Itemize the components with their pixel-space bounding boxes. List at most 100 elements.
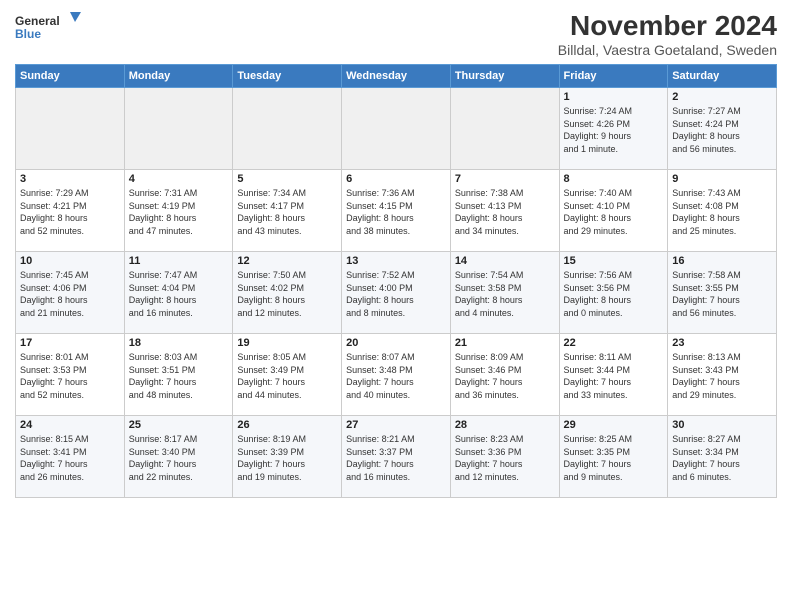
week-row-5: 24 Sunrise: 8:15 AM Sunset: 3:41 PM Dayli… bbox=[16, 416, 777, 498]
day-number: 5 bbox=[237, 173, 337, 185]
svg-text:Blue: Blue bbox=[15, 27, 41, 41]
table-row: 24 Sunrise: 8:15 AM Sunset: 3:41 PM Dayli… bbox=[16, 416, 125, 498]
day-info: Sunrise: 8:07 AM Sunset: 3:48 PM Dayligh… bbox=[346, 351, 446, 401]
table-row: 29 Sunrise: 8:25 AM Sunset: 3:35 PM Dayli… bbox=[559, 416, 668, 498]
day-number: 8 bbox=[564, 173, 664, 185]
table-row: 7 Sunrise: 7:38 AM Sunset: 4:13 PM Daylig… bbox=[450, 170, 559, 252]
day-info: Sunrise: 8:15 AM Sunset: 3:41 PM Dayligh… bbox=[20, 433, 120, 483]
week-row-1: 1 Sunrise: 7:24 AM Sunset: 4:26 PM Daylig… bbox=[16, 88, 777, 170]
day-info: Sunrise: 7:34 AM Sunset: 4:17 PM Dayligh… bbox=[237, 187, 337, 237]
table-row: 25 Sunrise: 8:17 AM Sunset: 3:40 PM Dayli… bbox=[124, 416, 233, 498]
day-number: 14 bbox=[455, 255, 555, 267]
col-friday: Friday bbox=[559, 65, 668, 88]
table-row: 14 Sunrise: 7:54 AM Sunset: 3:58 PM Dayli… bbox=[450, 252, 559, 334]
table-row bbox=[450, 88, 559, 170]
table-row: 9 Sunrise: 7:43 AM Sunset: 4:08 PM Daylig… bbox=[668, 170, 777, 252]
table-row: 17 Sunrise: 8:01 AM Sunset: 3:53 PM Dayli… bbox=[16, 334, 125, 416]
table-row: 27 Sunrise: 8:21 AM Sunset: 3:37 PM Dayli… bbox=[342, 416, 451, 498]
day-info: Sunrise: 8:23 AM Sunset: 3:36 PM Dayligh… bbox=[455, 433, 555, 483]
col-sunday: Sunday bbox=[16, 65, 125, 88]
col-wednesday: Wednesday bbox=[342, 65, 451, 88]
day-number: 15 bbox=[564, 255, 664, 267]
day-number: 25 bbox=[129, 419, 229, 431]
table-row: 18 Sunrise: 8:03 AM Sunset: 3:51 PM Dayli… bbox=[124, 334, 233, 416]
day-info: Sunrise: 8:17 AM Sunset: 3:40 PM Dayligh… bbox=[129, 433, 229, 483]
day-info: Sunrise: 7:43 AM Sunset: 4:08 PM Dayligh… bbox=[672, 187, 772, 237]
table-row: 28 Sunrise: 8:23 AM Sunset: 3:36 PM Dayli… bbox=[450, 416, 559, 498]
table-row: 16 Sunrise: 7:58 AM Sunset: 3:55 PM Dayli… bbox=[668, 252, 777, 334]
day-number: 20 bbox=[346, 337, 446, 349]
week-row-3: 10Sunrise: 7:45 AM Sunset: 4:06 PM Dayli… bbox=[16, 252, 777, 334]
day-number: 24 bbox=[20, 419, 120, 431]
day-number: 7 bbox=[455, 173, 555, 185]
day-info: Sunrise: 8:21 AM Sunset: 3:37 PM Dayligh… bbox=[346, 433, 446, 483]
day-number: 19 bbox=[237, 337, 337, 349]
day-info: Sunrise: 8:19 AM Sunset: 3:39 PM Dayligh… bbox=[237, 433, 337, 483]
day-number: 26 bbox=[237, 419, 337, 431]
table-row: 23 Sunrise: 8:13 AM Sunset: 3:43 PM Dayli… bbox=[668, 334, 777, 416]
table-row: 2Sunrise: 7:27 AM Sunset: 4:24 PM Daylig… bbox=[668, 88, 777, 170]
table-row bbox=[233, 88, 342, 170]
table-row: 8Sunrise: 7:40 AM Sunset: 4:10 PM Daylig… bbox=[559, 170, 668, 252]
day-number: 30 bbox=[672, 419, 772, 431]
day-number: 16 bbox=[672, 255, 772, 267]
day-info: Sunrise: 7:58 AM Sunset: 3:55 PM Dayligh… bbox=[672, 269, 772, 319]
day-number: 18 bbox=[129, 337, 229, 349]
table-row: 30 Sunrise: 8:27 AM Sunset: 3:34 PM Dayli… bbox=[668, 416, 777, 498]
day-info: Sunrise: 7:31 AM Sunset: 4:19 PM Dayligh… bbox=[129, 187, 229, 237]
table-row: 22Sunrise: 8:11 AM Sunset: 3:44 PM Dayli… bbox=[559, 334, 668, 416]
day-info: Sunrise: 7:54 AM Sunset: 3:58 PM Dayligh… bbox=[455, 269, 555, 319]
table-row: 21 Sunrise: 8:09 AM Sunset: 3:46 PM Dayli… bbox=[450, 334, 559, 416]
logo: General Blue bbox=[15, 10, 85, 46]
day-number: 9 bbox=[672, 173, 772, 185]
day-info: Sunrise: 7:50 AM Sunset: 4:02 PM Dayligh… bbox=[237, 269, 337, 319]
svg-text:General: General bbox=[15, 14, 60, 28]
col-tuesday: Tuesday bbox=[233, 65, 342, 88]
week-row-2: 3Sunrise: 7:29 AM Sunset: 4:21 PM Daylig… bbox=[16, 170, 777, 252]
col-thursday: Thursday bbox=[450, 65, 559, 88]
day-info: Sunrise: 8:11 AM Sunset: 3:44 PM Dayligh… bbox=[564, 351, 664, 401]
page: General Blue November 2024 Billdal, Vaes… bbox=[0, 0, 792, 612]
day-info: Sunrise: 7:24 AM Sunset: 4:26 PM Dayligh… bbox=[564, 105, 664, 155]
day-number: 1 bbox=[564, 91, 664, 103]
day-number: 4 bbox=[129, 173, 229, 185]
day-number: 23 bbox=[672, 337, 772, 349]
month-title: November 2024 bbox=[558, 10, 777, 42]
header: General Blue November 2024 Billdal, Vaes… bbox=[15, 10, 777, 58]
col-saturday: Saturday bbox=[668, 65, 777, 88]
day-info: Sunrise: 7:27 AM Sunset: 4:24 PM Dayligh… bbox=[672, 105, 772, 155]
table-row: 19 Sunrise: 8:05 AM Sunset: 3:49 PM Dayli… bbox=[233, 334, 342, 416]
day-info: Sunrise: 7:29 AM Sunset: 4:21 PM Dayligh… bbox=[20, 187, 120, 237]
day-info: Sunrise: 8:27 AM Sunset: 3:34 PM Dayligh… bbox=[672, 433, 772, 483]
day-number: 28 bbox=[455, 419, 555, 431]
day-info: Sunrise: 8:01 AM Sunset: 3:53 PM Dayligh… bbox=[20, 351, 120, 401]
table-row: 10Sunrise: 7:45 AM Sunset: 4:06 PM Dayli… bbox=[16, 252, 125, 334]
table-row: 5 Sunrise: 7:34 AM Sunset: 4:17 PM Daylig… bbox=[233, 170, 342, 252]
day-info: Sunrise: 8:05 AM Sunset: 3:49 PM Dayligh… bbox=[237, 351, 337, 401]
day-number: 17 bbox=[20, 337, 120, 349]
day-info: Sunrise: 7:56 AM Sunset: 3:56 PM Dayligh… bbox=[564, 269, 664, 319]
day-info: Sunrise: 7:38 AM Sunset: 4:13 PM Dayligh… bbox=[455, 187, 555, 237]
day-number: 27 bbox=[346, 419, 446, 431]
day-info: Sunrise: 8:03 AM Sunset: 3:51 PM Dayligh… bbox=[129, 351, 229, 401]
day-number: 29 bbox=[564, 419, 664, 431]
day-info: Sunrise: 7:45 AM Sunset: 4:06 PM Dayligh… bbox=[20, 269, 120, 319]
day-info: Sunrise: 7:47 AM Sunset: 4:04 PM Dayligh… bbox=[129, 269, 229, 319]
table-row bbox=[16, 88, 125, 170]
table-row: 13Sunrise: 7:52 AM Sunset: 4:00 PM Dayli… bbox=[342, 252, 451, 334]
day-info: Sunrise: 8:13 AM Sunset: 3:43 PM Dayligh… bbox=[672, 351, 772, 401]
table-row: 26 Sunrise: 8:19 AM Sunset: 3:39 PM Dayli… bbox=[233, 416, 342, 498]
day-info: Sunrise: 8:25 AM Sunset: 3:35 PM Dayligh… bbox=[564, 433, 664, 483]
day-info: Sunrise: 8:09 AM Sunset: 3:46 PM Dayligh… bbox=[455, 351, 555, 401]
calendar-header-row: Sunday Monday Tuesday Wednesday Thursday… bbox=[16, 65, 777, 88]
day-number: 12 bbox=[237, 255, 337, 267]
table-row: 6 Sunrise: 7:36 AM Sunset: 4:15 PM Daylig… bbox=[342, 170, 451, 252]
day-number: 21 bbox=[455, 337, 555, 349]
day-number: 6 bbox=[346, 173, 446, 185]
day-info: Sunrise: 7:36 AM Sunset: 4:15 PM Dayligh… bbox=[346, 187, 446, 237]
calendar-table: Sunday Monday Tuesday Wednesday Thursday… bbox=[15, 64, 777, 498]
table-row bbox=[342, 88, 451, 170]
day-number: 13 bbox=[346, 255, 446, 267]
table-row: 12 Sunrise: 7:50 AM Sunset: 4:02 PM Dayli… bbox=[233, 252, 342, 334]
logo-svg: General Blue bbox=[15, 10, 85, 46]
